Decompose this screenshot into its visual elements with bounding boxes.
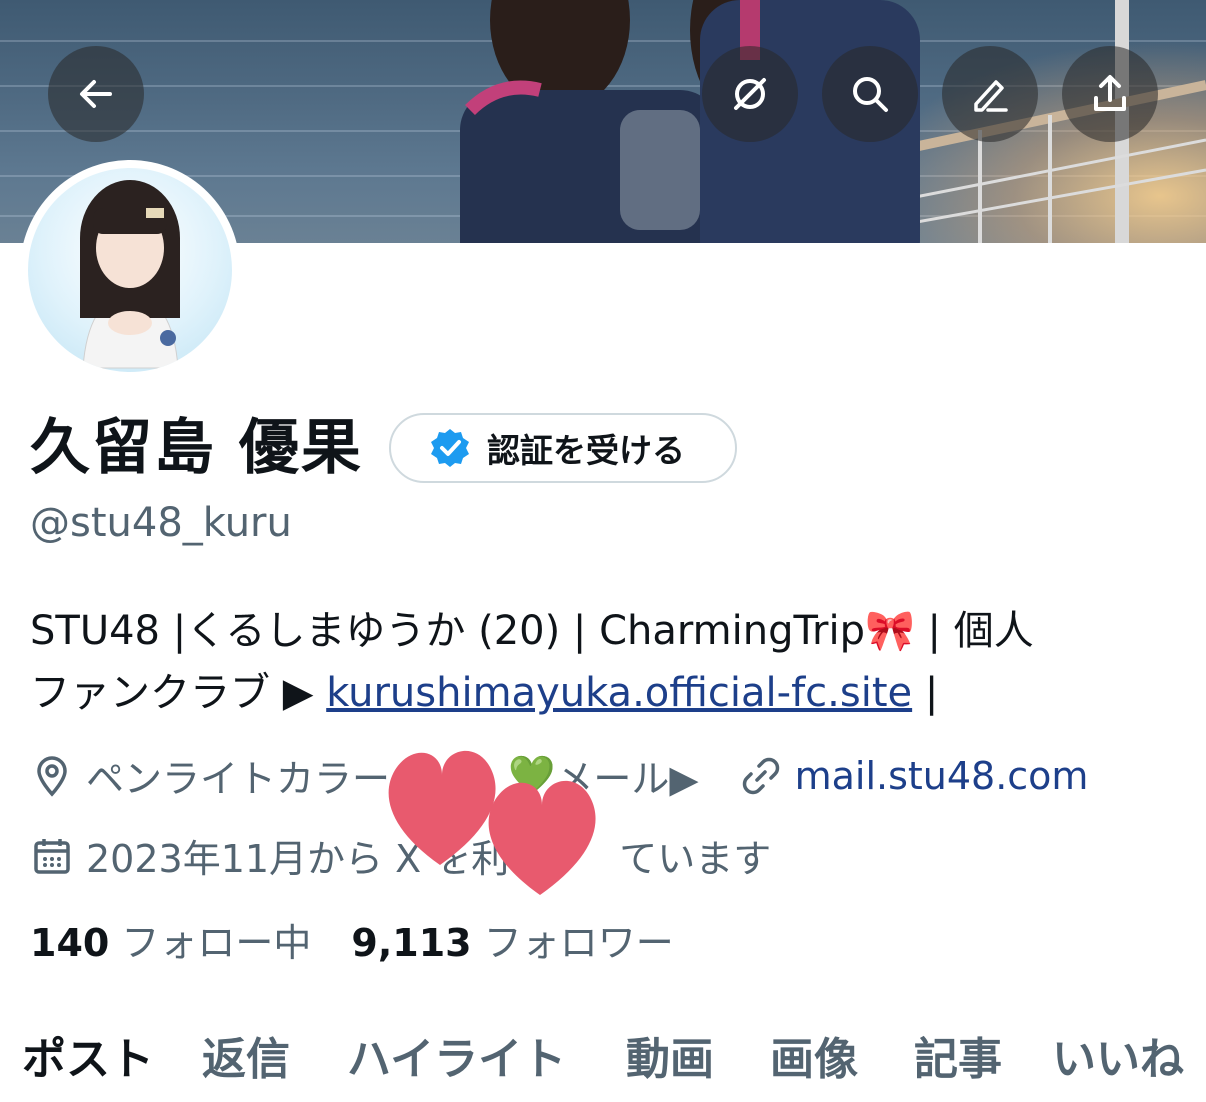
location-pin-icon	[37, 755, 67, 797]
following-link[interactable]: 140 フォロー中	[30, 912, 311, 967]
followers-link[interactable]: 9,113 フォロワー	[351, 912, 673, 967]
bio-link[interactable]: kurushimayuka.official-fc.site	[326, 670, 912, 716]
profile-bio: STU48 |くるしまゆうか (20) | CharmingTrip🎀 | 個人…	[30, 600, 1180, 724]
tab-videos[interactable]: 動画	[626, 1023, 714, 1087]
location-text: ペンライトカラー	[86, 757, 391, 801]
following-label: フォロー中	[109, 921, 312, 965]
bio-line: ファンクラブ ▶︎ kurushimayuka.official-fc.site…	[30, 662, 1180, 724]
grok-icon	[734, 78, 766, 110]
share-button[interactable]	[1062, 46, 1158, 142]
follow-counts: 140 フォロー中 9,113 フォロワー	[30, 912, 674, 967]
profile-tabs: ポスト 返信 ハイライト 動画 画像 記事 いいね	[22, 1020, 1206, 1090]
website-link[interactable]: mail.stu48.com	[795, 754, 1089, 798]
tab-images[interactable]: 画像	[770, 1023, 858, 1087]
avatar-photo	[28, 168, 232, 372]
user-handle: @stu48_kuru	[30, 500, 292, 546]
tab-articles[interactable]: 記事	[914, 1023, 1002, 1087]
bio-line: STU48 |くるしまゆうか (20) | CharmingTrip🎀 | 個人	[30, 608, 1034, 654]
link-icon	[742, 757, 779, 794]
share-icon	[1094, 75, 1126, 111]
followers-count: 9,113	[351, 921, 472, 965]
search-icon	[853, 77, 888, 112]
avatar-image	[80, 180, 180, 369]
joined-text: ています	[619, 837, 772, 881]
arrow-left-icon	[80, 80, 112, 108]
bio-text: |	[912, 670, 939, 716]
followers-label: フォロワー	[471, 921, 674, 965]
back-button[interactable]	[48, 46, 144, 142]
calendar-icon	[34, 838, 70, 874]
tab-highlights[interactable]: ハイライト	[347, 1023, 566, 1087]
pencil-icon	[974, 80, 1008, 112]
ship-railing	[900, 0, 1206, 243]
display-name: 久留島 優果	[30, 413, 363, 483]
tab-replies[interactable]: 返信	[202, 1023, 290, 1087]
tab-likes[interactable]: いいね	[1052, 1023, 1184, 1087]
avatar[interactable]	[20, 160, 240, 380]
following-count: 140	[30, 921, 110, 965]
heart-sticker	[388, 750, 596, 895]
search-button[interactable]	[822, 46, 918, 142]
get-verified-button[interactable]: 認証を受ける	[389, 413, 737, 483]
get-verified-label: 認証を受ける	[487, 431, 685, 470]
verified-badge-icon	[431, 429, 469, 467]
bio-text: ファンクラブ ▶︎	[30, 670, 327, 716]
edit-button[interactable]	[942, 46, 1038, 142]
grok-button[interactable]	[702, 46, 798, 142]
tab-posts[interactable]: ポスト	[22, 1023, 154, 1087]
